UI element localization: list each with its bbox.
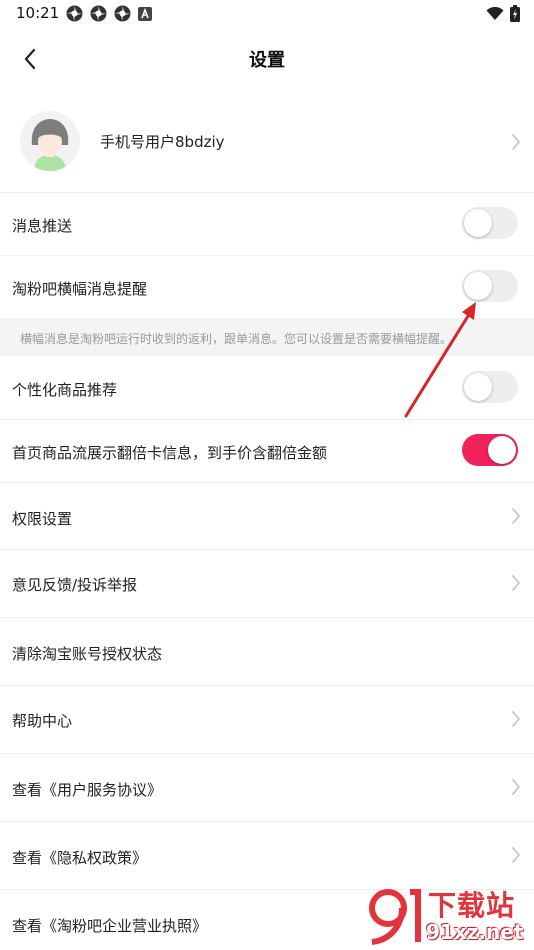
chevron-right-icon [512,711,521,727]
wifi-icon [486,6,504,20]
app-notification-icon [114,5,131,22]
chevron-right-icon [512,575,521,591]
chevron-right-icon [512,779,521,795]
banner-hint-band: 横幅消息是淘粉吧运行时收到的返利，跟单消息。您可以设置是否需要横幅提醒。 [0,318,534,356]
notification-icons [66,5,152,22]
watermark: 下载站 91xz.net [354,880,534,950]
help-row[interactable]: 帮助中心 [0,686,534,754]
banner-reminder-toggle[interactable] [462,270,518,302]
banner-hint-text: 横幅消息是淘粉吧运行时收到的返利，跟单消息。您可以设置是否需要横幅提醒。 [20,332,453,346]
system-status-icons [486,5,520,22]
default-avatar-icon [20,111,80,171]
watermark-domain: 91xz.net [426,920,524,944]
user-agreement-label: 查看《用户服务协议》 [12,781,163,799]
chevron-right-icon [512,508,521,524]
toggle-knob [488,436,516,464]
page-title: 设置 [249,50,285,71]
license-label: 查看《淘粉吧企业营业执照》 [12,917,208,935]
toggle-knob [464,272,492,300]
message-push-toggle[interactable] [462,207,518,239]
profile-name: 手机号用户8bdziy [100,133,225,151]
a-notification-icon [138,6,152,21]
feedback-label: 意见反馈/投诉举报 [12,576,138,594]
double-card-label: 首页商品流展示翻倍卡信息，到手价含翻倍金额 [12,444,328,462]
toggle-knob [464,373,492,401]
banner-reminder-label: 淘粉吧横幅消息提醒 [12,280,148,298]
permissions-label: 权限设置 [12,510,73,528]
watermark-brand: 下载站 [428,889,516,922]
chevron-right-icon [512,134,521,150]
profile-row[interactable]: 手机号用户8bdziy [0,104,534,193]
permissions-row[interactable]: 权限设置 [0,483,534,550]
message-push-row: 消息推送 [0,193,534,256]
user-agreement-row[interactable]: 查看《用户服务协议》 [0,754,534,822]
app-notification-icon [90,5,107,22]
clear-auth-row[interactable]: 清除淘宝账号授权状态 [0,618,534,686]
help-label: 帮助中心 [12,712,73,730]
watermark-logo-icon [369,889,421,945]
message-push-label: 消息推送 [12,217,73,235]
personalized-label: 个性化商品推荐 [12,381,118,399]
avatar [20,111,80,171]
double-card-toggle[interactable] [462,434,518,466]
nav-bar: 设置 [0,34,534,84]
toggle-knob [464,209,492,237]
personalized-toggle[interactable] [462,371,518,403]
banner-reminder-row: 淘粉吧横幅消息提醒 [0,256,534,318]
double-card-row: 首页商品流展示翻倍卡信息，到手价含翻倍金额 [0,420,534,483]
personalized-row: 个性化商品推荐 [0,357,534,420]
privacy-label: 查看《隐私权政策》 [12,849,148,867]
feedback-row[interactable]: 意见反馈/投诉举报 [0,550,534,618]
status-time: 10:21 [16,4,60,22]
chevron-right-icon [512,847,521,863]
app-notification-icon [66,5,83,22]
battery-icon [510,5,520,22]
clear-auth-label: 清除淘宝账号授权状态 [12,645,163,663]
status-bar: 10:21 [0,0,534,28]
